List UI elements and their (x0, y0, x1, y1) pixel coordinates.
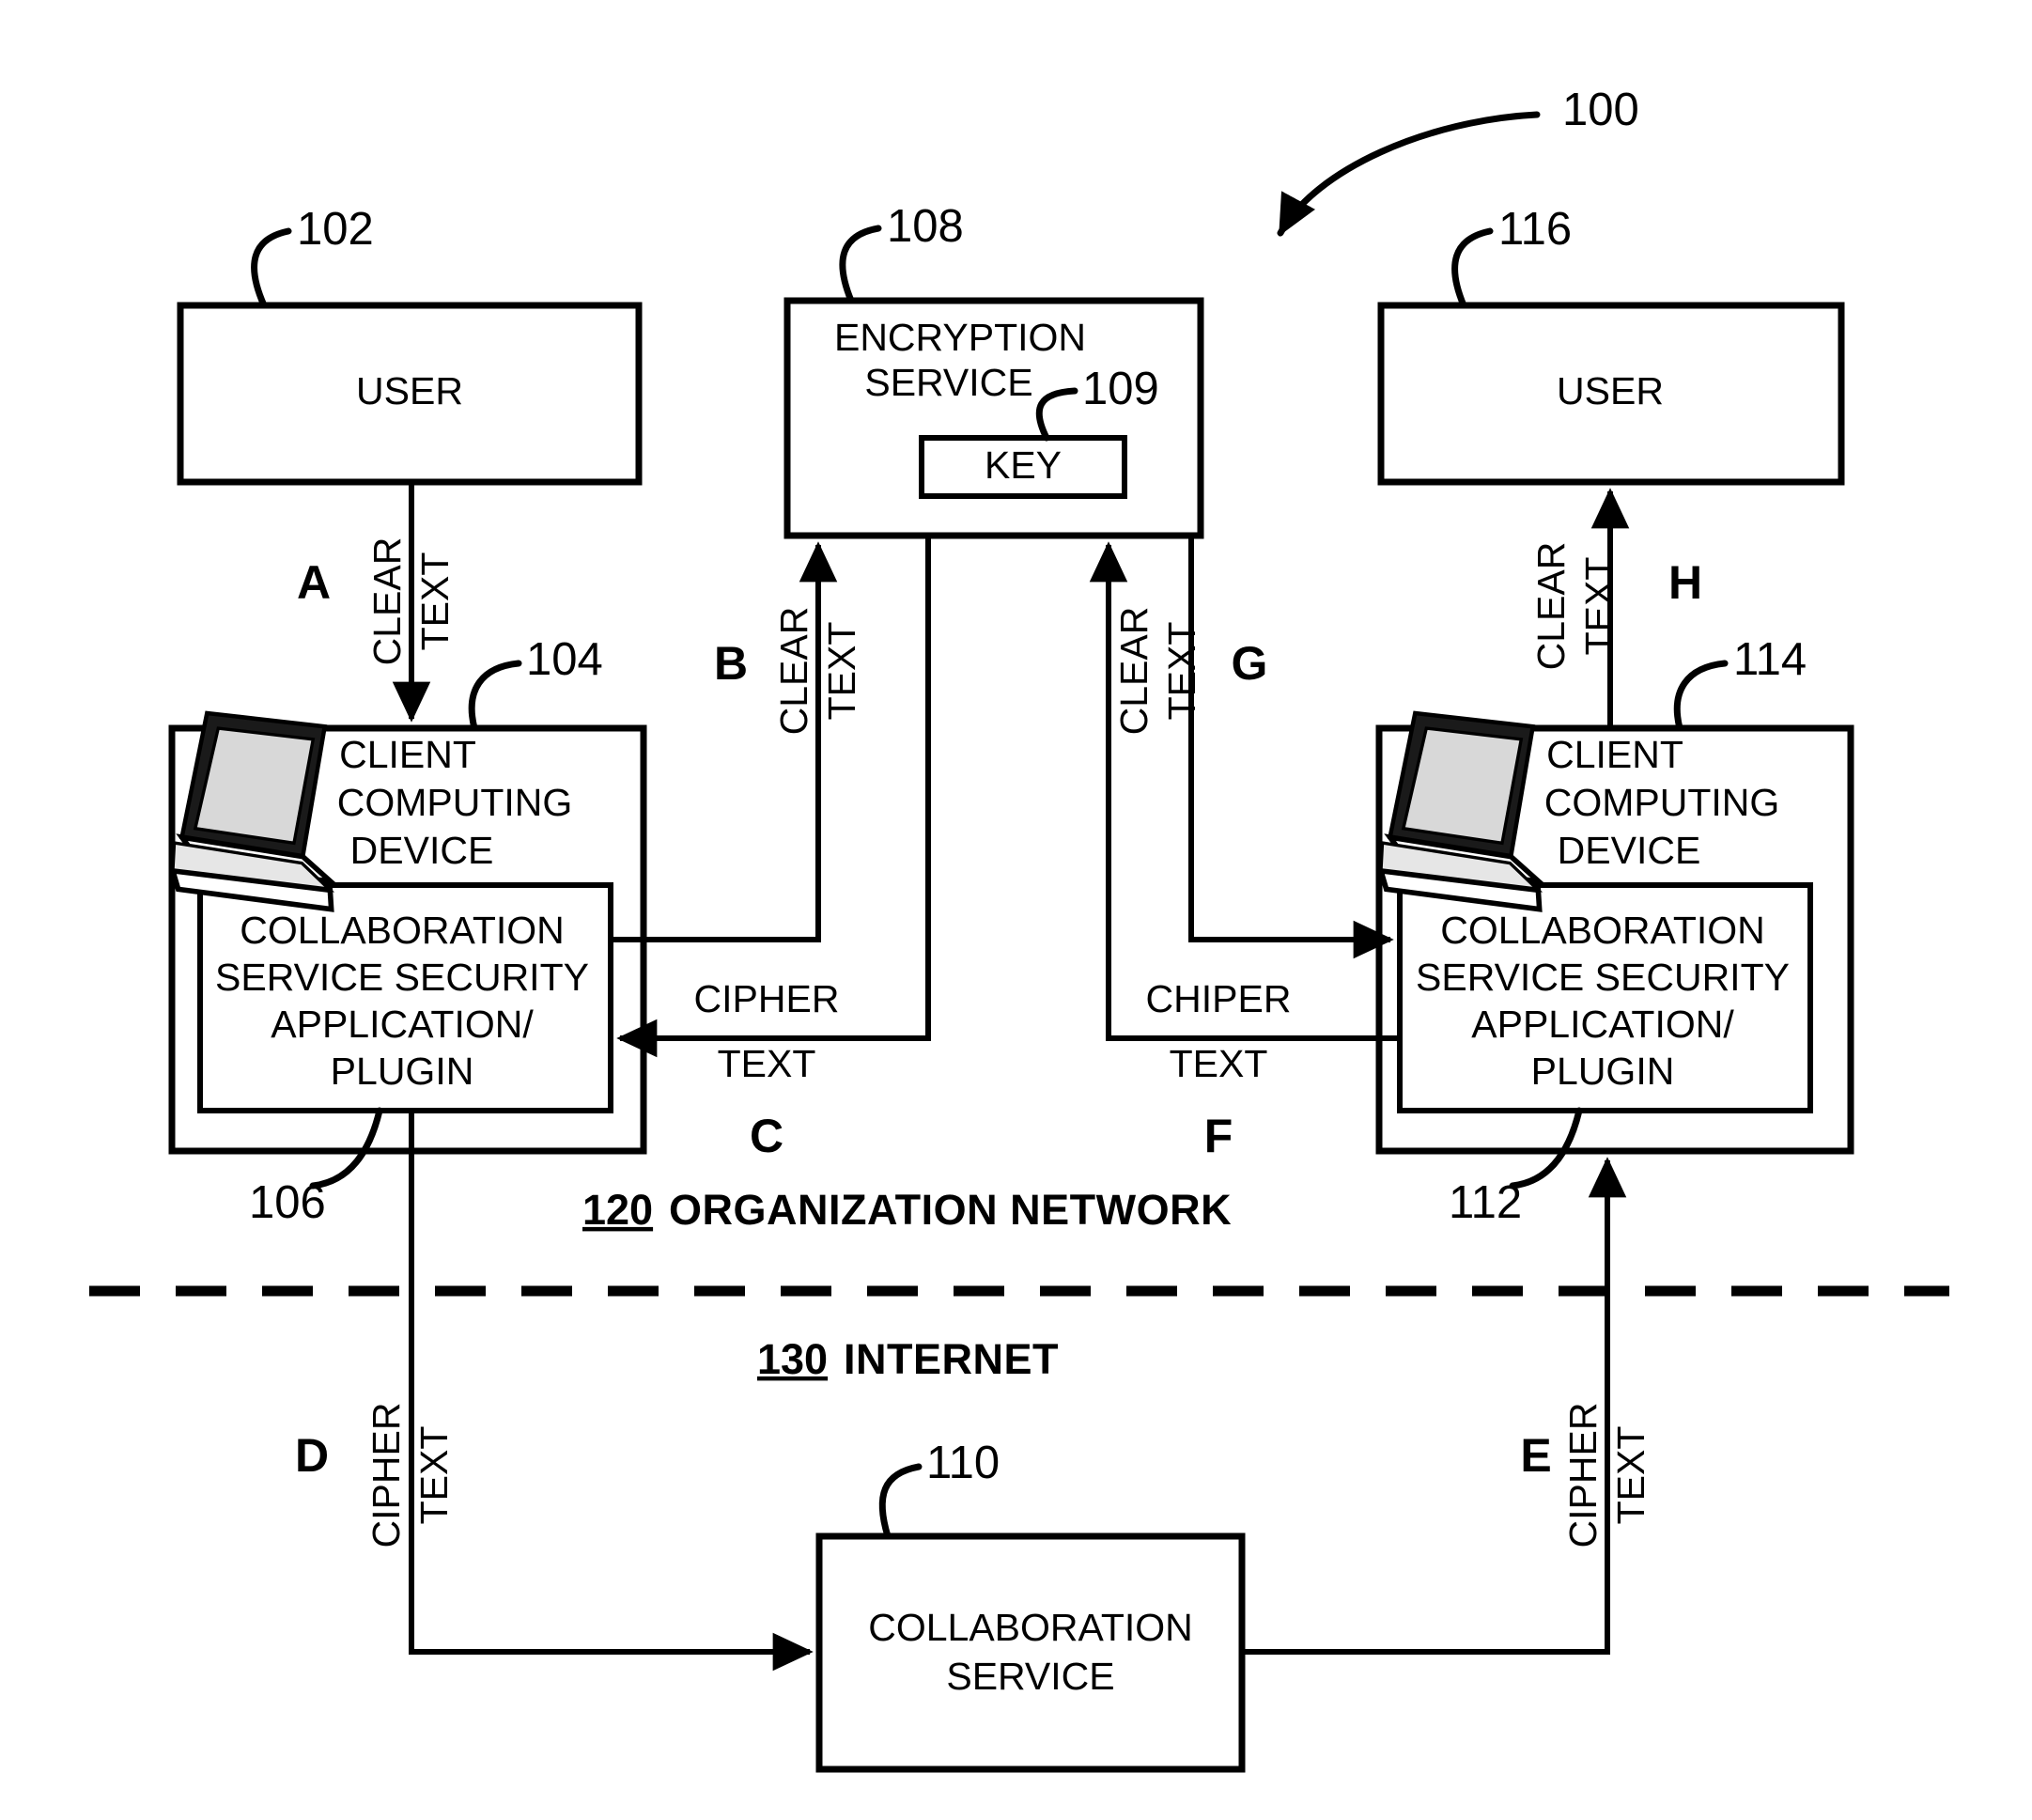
ref-numeral-116: 116 (1498, 204, 1572, 255)
flow-step-B: B (714, 637, 748, 690)
ref-numeral-108: 108 (887, 201, 964, 252)
flow-G-word2: TEXT (1160, 622, 1203, 721)
flow-E-word2: TEXT (1609, 1426, 1652, 1525)
user-label-right: USER (1557, 369, 1664, 412)
flow-C-word2: TEXT (718, 1042, 816, 1085)
flow-A-word2: TEXT (413, 552, 457, 651)
flow-step-E: E (1520, 1429, 1551, 1482)
ref-numeral-110: 110 (926, 1438, 1000, 1488)
plugin-label-right-line1: COLLABORATION (1440, 909, 1765, 952)
flow-C-word1: CIPHER (694, 977, 840, 1020)
flow-step-D: D (295, 1429, 329, 1482)
plugin-label-left-line3: APPLICATION/ (271, 1003, 534, 1046)
ref-numeral-100: 100 (1562, 85, 1639, 135)
client-device-label-left-line1: CLIENT (339, 733, 476, 776)
client-device-label-right-line3: DEVICE (1558, 829, 1701, 872)
flow-step-G: G (1232, 637, 1268, 690)
client-device-label-right-line1: CLIENT (1546, 733, 1683, 776)
zone-label-organization-network: ORGANIZATION NETWORK (669, 1186, 1232, 1234)
flow-G-word1: CLEAR (1112, 607, 1156, 736)
flow-H-word2: TEXT (1577, 557, 1621, 656)
zone-num-130: 130 (757, 1335, 828, 1383)
patent-figure: 102 108 109 116 100 104 114 106 112 110 … (0, 0, 2032, 1820)
flow-D-word2: TEXT (412, 1426, 456, 1525)
flow-A-word1: CLEAR (365, 537, 409, 666)
flow-B-word2: TEXT (820, 622, 863, 721)
zone-num-120: 120 (582, 1186, 653, 1234)
ref-numeral-104: 104 (526, 634, 603, 685)
encryption-service-label-line2: SERVICE (864, 361, 1032, 404)
flow-E-line (1242, 1157, 1627, 1655)
collaboration-service-label-line1: COLLABORATION (868, 1606, 1193, 1649)
zone-label-internet: INTERNET (844, 1335, 1059, 1383)
flow-step-C: C (750, 1110, 783, 1162)
flow-step-A: A (297, 556, 331, 609)
client-device-label-right-line2: COMPUTING (1544, 781, 1780, 824)
flow-F-word2: TEXT (1170, 1042, 1268, 1085)
leader-104 (468, 660, 522, 732)
ref-numeral-102: 102 (297, 204, 374, 255)
key-label: KEY (985, 443, 1062, 487)
flow-label-B: B CLEAR TEXT (714, 607, 863, 736)
plugin-label-left-line2: SERVICE SECURITY (215, 956, 589, 999)
flow-step-H: H (1668, 556, 1702, 609)
flow-F-word1: CHIPER (1146, 977, 1292, 1020)
client-device-label-left-line3: DEVICE (350, 829, 494, 872)
flow-label-C: CIPHER TEXT C (694, 977, 840, 1162)
flow-label-E: E CIPHER TEXT (1520, 1403, 1652, 1548)
collaboration-service-label-line2: SERVICE (946, 1655, 1114, 1698)
flow-label-H: CLEAR TEXT H (1529, 542, 1702, 671)
leader-114 (1673, 660, 1729, 732)
flow-label-A: A CLEAR TEXT (297, 537, 457, 666)
user-label-left: USER (356, 369, 463, 412)
plugin-label-left-line4: PLUGIN (331, 1050, 474, 1093)
flow-G-line (1188, 536, 1394, 959)
leader-110 (878, 1463, 923, 1540)
diagram-canvas: 102 108 109 116 100 104 114 106 112 110 … (89, 85, 1949, 1773)
flow-D-word1: CIPHER (365, 1403, 408, 1548)
ref-numeral-114: 114 (1733, 634, 1807, 685)
flow-label-G: CLEAR TEXT G (1112, 607, 1268, 736)
flow-step-F: F (1204, 1110, 1233, 1162)
flow-H-word1: CLEAR (1529, 542, 1573, 671)
ref-numeral-112: 112 (1449, 1177, 1522, 1228)
plugin-label-right-line2: SERVICE SECURITY (1416, 956, 1790, 999)
leader-116 (1451, 227, 1494, 309)
flow-B-word1: CLEAR (772, 607, 815, 736)
ref-numeral-106: 106 (249, 1177, 326, 1228)
plugin-label-right-line4: PLUGIN (1531, 1050, 1675, 1093)
flow-label-D: D CIPHER TEXT (295, 1403, 456, 1548)
leader-108 (839, 225, 882, 304)
encryption-service-label-line1: ENCRYPTION (834, 316, 1086, 359)
leader-102 (251, 227, 292, 309)
plugin-label-left-line1: COLLABORATION (240, 909, 565, 952)
ref-numeral-109: 109 (1082, 364, 1159, 414)
flow-label-F: CHIPER TEXT F (1146, 977, 1292, 1162)
client-device-label-left-line2: COMPUTING (337, 781, 573, 824)
collaboration-service-box (815, 1532, 1246, 1773)
flow-E-word1: CIPHER (1561, 1403, 1605, 1548)
plugin-label-right-line3: APPLICATION/ (1471, 1003, 1734, 1046)
